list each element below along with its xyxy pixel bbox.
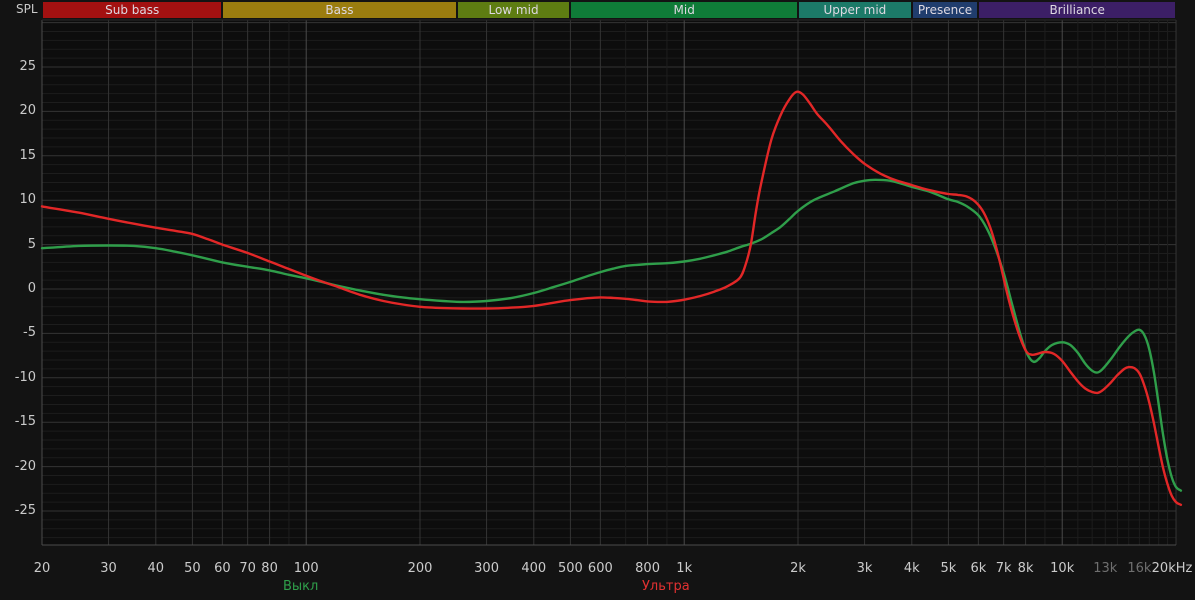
x-tick-label-100: 100 (294, 561, 319, 576)
frequency-response-chart: SPL Sub bassBassLow midMidUpper midPrese… (0, 0, 1195, 600)
x-tick-label-80: 80 (261, 561, 278, 576)
y-tick-label: 0 (0, 281, 36, 296)
x-tick-label-5k: 5k (941, 561, 957, 576)
x-tick-label-800: 800 (635, 561, 660, 576)
x-tick-label-200: 200 (408, 561, 433, 576)
x-tick-label-70: 70 (239, 561, 256, 576)
y-tick-label: 5 (0, 237, 36, 252)
y-tick-label: 15 (0, 148, 36, 163)
x-tick-label-16k: 16k (1127, 561, 1151, 576)
x-tick-label-30: 30 (100, 561, 117, 576)
x-tick-label-50: 50 (184, 561, 201, 576)
y-tick-label: 25 (0, 59, 36, 74)
y-tick-label: -10 (0, 370, 36, 385)
x-tick-label-4k: 4k (904, 561, 920, 576)
x-tick-label-300: 300 (474, 561, 499, 576)
y-tick-label: 10 (0, 192, 36, 207)
y-tick-label: -20 (0, 459, 36, 474)
y-tick-label: -25 (0, 503, 36, 518)
x-tick-label-6k: 6k (970, 561, 986, 576)
x-tick-label-60: 60 (214, 561, 231, 576)
x-tick-label-500: 500 (558, 561, 583, 576)
x-tick-label-13k: 13k (1093, 561, 1117, 576)
y-tick-label: -15 (0, 414, 36, 429)
legend-item-ultra[interactable]: Ультра (642, 579, 690, 594)
x-tick-label-8k: 8k (1018, 561, 1034, 576)
x-tick-label-1k: 1k (676, 561, 692, 576)
y-tick-label: -5 (0, 325, 36, 340)
y-tick-label: 20 (0, 103, 36, 118)
x-tick-label-600: 600 (588, 561, 613, 576)
x-tick-label-2k: 2k (790, 561, 806, 576)
x-tick-label-400: 400 (521, 561, 546, 576)
x-tick-label-20: 20 (34, 561, 51, 576)
x-tick-label-7k: 7k (996, 561, 1012, 576)
chart-canvas (0, 0, 1195, 600)
x-tick-label-3k: 3k (857, 561, 873, 576)
x-tick-label-40: 40 (148, 561, 165, 576)
x-tick-label-10k: 10k (1050, 561, 1074, 576)
x-tick-label-20kHz: 20kHz (1152, 561, 1193, 576)
legend-item-off[interactable]: Выкл (283, 579, 318, 594)
